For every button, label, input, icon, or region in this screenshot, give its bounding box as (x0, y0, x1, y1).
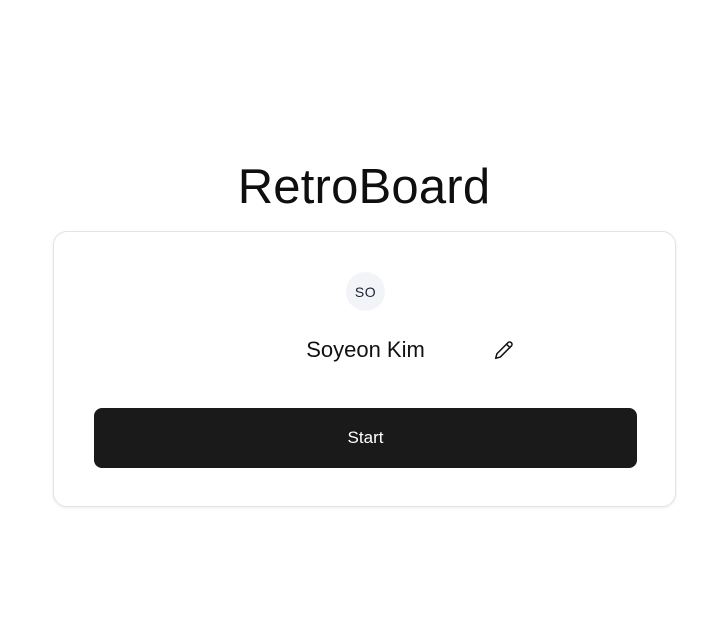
app-title: RetroBoard (237, 159, 491, 214)
name-row: Soyeon Kim (54, 332, 677, 368)
start-button[interactable]: Start (94, 408, 637, 468)
avatar: SO (346, 272, 385, 311)
pencil-icon (494, 340, 514, 360)
edit-name-button[interactable] (492, 338, 516, 362)
page: RetroBoard SO Soyeon Kim Start (0, 0, 728, 627)
user-name: Soyeon Kim (306, 337, 425, 362)
profile-card: SO Soyeon Kim Start (53, 231, 676, 507)
